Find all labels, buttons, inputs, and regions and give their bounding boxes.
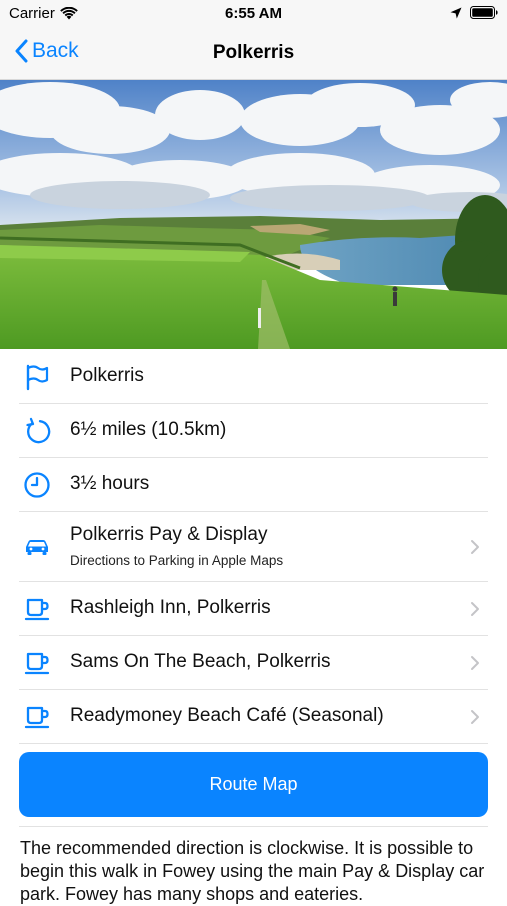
location-arrow-icon (450, 7, 462, 18)
coffee-cup-icon (24, 652, 50, 675)
battery-icon (470, 6, 498, 19)
refreshment-row-sams[interactable]: Sams On The Beach, Polkerris (19, 636, 488, 690)
navigation-bar: Back Polkerris (0, 28, 507, 80)
status-indicators (450, 6, 498, 19)
circular-arrow-icon (26, 417, 51, 444)
duration-label: 3½ hours (70, 473, 150, 494)
coffee-cup-icon (24, 598, 50, 621)
parking-label: Polkerris Pay & Display (70, 524, 268, 545)
section-divider (19, 826, 488, 827)
chevron-right-icon (471, 540, 479, 554)
coffee-cup-icon (24, 706, 50, 729)
walk-details-list: Polkerris 6½ miles (10.5km) 3½ hours Pol… (0, 350, 507, 744)
refreshment-row-rashleigh[interactable]: Rashleigh Inn, Polkerris (19, 582, 488, 636)
refreshment-label: Rashleigh Inn, Polkerris (70, 597, 271, 618)
start-location-label: Polkerris (70, 365, 144, 386)
start-location-row: Polkerris (19, 350, 488, 404)
refreshment-label: Readymoney Beach Café (Seasonal) (70, 705, 384, 726)
route-map-button[interactable]: Route Map (19, 752, 488, 817)
chevron-right-icon (471, 656, 479, 670)
walk-photo (0, 80, 507, 349)
chevron-right-icon (471, 710, 479, 724)
car-icon (26, 540, 48, 555)
refreshment-row-readymoney[interactable]: Readymoney Beach Café (Seasonal) (19, 690, 488, 744)
parking-subtitle: Directions to Parking in Apple Maps (70, 553, 284, 568)
parking-row[interactable]: Polkerris Pay & Display Directions to Pa… (19, 512, 488, 582)
chevron-right-icon (471, 602, 479, 616)
flag-icon (26, 364, 49, 391)
walk-description: The recommended direction is clockwise. … (20, 838, 485, 904)
page-title: Polkerris (212, 42, 295, 63)
duration-row: 3½ hours (19, 458, 488, 512)
refreshment-label: Sams On The Beach, Polkerris (70, 651, 331, 672)
distance-label: 6½ miles (10.5km) (70, 419, 227, 440)
status-bar: Carrier 6:55 AM (0, 0, 507, 28)
distance-row: 6½ miles (10.5km) (19, 404, 488, 458)
clock-icon (24, 472, 50, 498)
status-time: 6:55 AM (225, 5, 282, 22)
